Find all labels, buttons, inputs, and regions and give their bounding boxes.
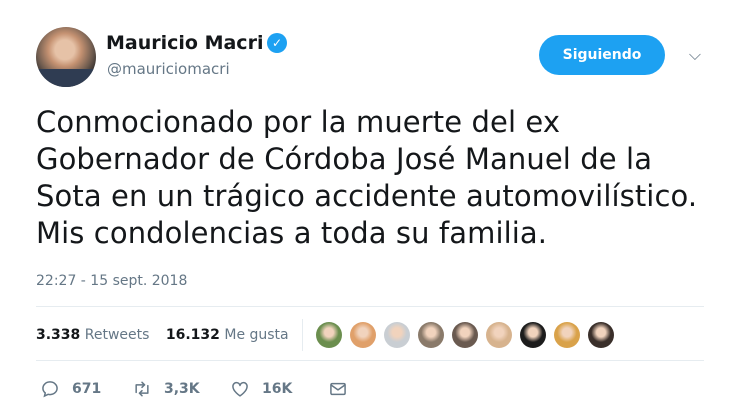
- divider: [36, 306, 704, 307]
- tweet-text: Conmocionado por la muerte del ex Gobern…: [36, 104, 716, 252]
- following-button[interactable]: Siguiendo: [539, 35, 665, 75]
- divider: [36, 360, 704, 361]
- verified-badge-icon: ✓: [267, 33, 287, 53]
- retweets-stat[interactable]: 3.338 Retweets: [36, 325, 149, 345]
- reply-icon: [42, 381, 58, 398]
- liker-avatar[interactable]: [418, 322, 444, 348]
- reply-button[interactable]: 671: [40, 378, 101, 400]
- likes-stat[interactable]: 16.132 Me gusta: [166, 325, 289, 345]
- envelope-icon: [330, 382, 346, 396]
- heart-icon: [232, 381, 248, 397]
- author-name[interactable]: Mauricio Macri: [106, 31, 263, 55]
- tweet-text-line: Mis condolencias a toda su familia.: [36, 216, 548, 250]
- liker-avatar[interactable]: [316, 322, 342, 348]
- liker-avatar[interactable]: [554, 322, 580, 348]
- author-handle[interactable]: @mauriciomacri: [107, 59, 230, 79]
- author-avatar[interactable]: [36, 27, 96, 87]
- tweet-stats: 3.338 Retweets 16.132 Me gusta: [36, 325, 301, 345]
- tweet-text-line: Gobernador de Córdoba José Manuel de la: [36, 142, 653, 176]
- reply-count: 671: [72, 381, 102, 397]
- retweet-button[interactable]: 3,3K: [132, 378, 200, 400]
- liker-avatar[interactable]: [520, 322, 546, 348]
- liker-avatar[interactable]: [452, 322, 478, 348]
- like-button[interactable]: 16K: [230, 378, 292, 400]
- tweet-text-line: Sota en un trágico accidente automovilís…: [36, 179, 698, 213]
- chevron-down-icon[interactable]: ⌵: [685, 45, 705, 65]
- tweet-timestamp[interactable]: 22:27 - 15 sept. 2018: [36, 271, 187, 291]
- tweet-card: Mauricio Macri ✓ @mauriciomacri Siguiend…: [0, 0, 736, 415]
- retweet-icon: [135, 381, 149, 397]
- like-count: 16K: [262, 381, 293, 397]
- likes-label: Me gusta: [224, 327, 289, 343]
- tweet-text-line: Conmocionado por la muerte del ex: [36, 105, 561, 139]
- liker-avatar[interactable]: [486, 322, 512, 348]
- retweets-label: Retweets: [84, 327, 150, 343]
- likes-count: 16.132: [165, 327, 220, 343]
- stats-separator: [302, 319, 303, 351]
- liker-avatar[interactable]: [350, 322, 376, 348]
- direct-message-button[interactable]: [328, 378, 360, 400]
- retweets-count: 3.338: [36, 327, 81, 343]
- liker-avatar[interactable]: [384, 322, 410, 348]
- retweet-count: 3,3K: [164, 381, 200, 397]
- liker-avatar[interactable]: [588, 322, 614, 348]
